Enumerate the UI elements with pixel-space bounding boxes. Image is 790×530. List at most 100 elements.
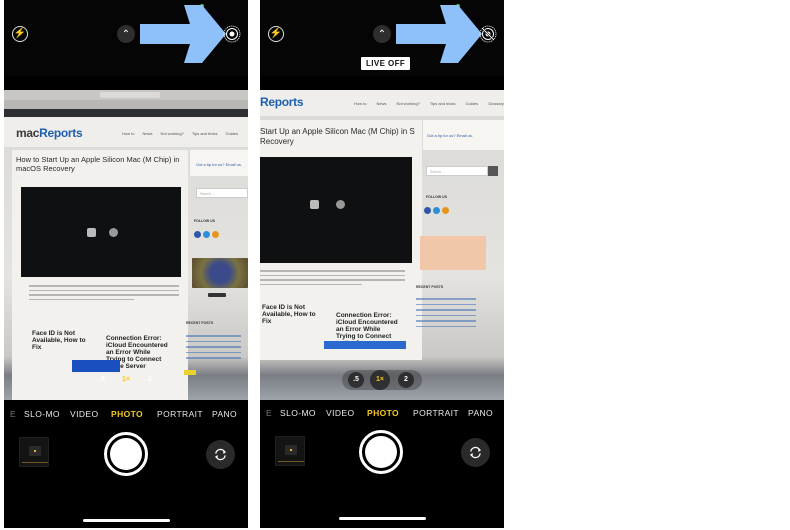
rss-icon xyxy=(442,207,449,214)
zoom-selector: .5 1× 2 xyxy=(260,368,504,392)
zoom-0.5x-button[interactable]: .5 xyxy=(94,372,110,388)
photo-article-meta: ······ xyxy=(16,175,22,179)
live-off-badge: LIVE OFF xyxy=(361,57,411,70)
nav-item: Not working? xyxy=(160,131,184,136)
photo-search-field: Search ... xyxy=(426,166,488,176)
home-indicator[interactable] xyxy=(83,519,170,522)
zoom-1x-button[interactable]: 1× xyxy=(370,370,390,390)
mode-photo[interactable]: PHOTO xyxy=(111,409,143,419)
photo-site-header: Reports How to News Not working? Tips an… xyxy=(260,90,504,116)
nav-item: News xyxy=(376,101,387,106)
zoom-2x-button[interactable]: 2 xyxy=(142,372,158,388)
logo-suffix: Reports xyxy=(260,95,304,109)
mode-slo-mo[interactable]: SLO-MO xyxy=(280,408,316,418)
mode-pano[interactable]: PANO xyxy=(212,409,237,419)
photo-site-logo: Reports xyxy=(260,95,304,109)
shutter-button[interactable] xyxy=(104,432,148,476)
mode-photo[interactable]: PHOTO xyxy=(367,408,399,418)
chevron-up-icon: ⌃ xyxy=(377,29,387,40)
photo-site-logo: macReports xyxy=(16,126,83,140)
photo-recent-label: RECENT POSTS xyxy=(186,321,214,325)
nav-item: Not working? xyxy=(396,101,420,106)
rss-icon xyxy=(212,231,219,238)
photo-tip-link: Got a tip for us? Email us. xyxy=(427,133,474,138)
chevron-up-icon: ⌃ xyxy=(121,29,131,40)
camera-screen-live-off: ⚡ ⌃ LIVE OFF Reports How to News Not wor… xyxy=(260,0,504,528)
photo-site-nav: How to News Not working? Tips and tricks… xyxy=(354,101,504,106)
camera-mode-selector: E SLO-MO VIDEO PHOTO PORTRAIT PANO xyxy=(260,408,504,422)
camera-viewfinder[interactable]: Reports How to News Not working? Tips an… xyxy=(260,90,504,400)
twitter-icon xyxy=(203,231,210,238)
zoom-1x-button[interactable]: 1× xyxy=(116,370,136,390)
live-photo-button[interactable] xyxy=(223,25,241,43)
flash-icon: ⚡ xyxy=(269,28,283,39)
facebook-icon xyxy=(194,231,201,238)
flash-button[interactable]: ⚡ xyxy=(268,26,284,42)
flip-camera-button[interactable] xyxy=(206,440,235,469)
nav-item: How to xyxy=(354,101,367,106)
last-photo-thumbnail[interactable] xyxy=(275,436,305,466)
camera-top-bar: ⚡ ⌃ LIVE OFF xyxy=(260,0,504,76)
home-indicator[interactable] xyxy=(339,517,426,520)
camera-flip-icon xyxy=(469,446,482,459)
photo-video-frame xyxy=(21,187,181,277)
photo-browser-strip xyxy=(4,109,248,117)
photo-recent-links xyxy=(186,335,241,363)
photo-article-title: How to Start Up an Apple Silicon Mac (M … xyxy=(16,155,180,173)
photo-ad-banner xyxy=(324,341,406,349)
photo-follow-label: FOLLOW US xyxy=(426,195,447,199)
photo-tip-link: Got a tip for us? Email us. xyxy=(196,162,243,167)
photo-card-title: Face ID is Not Available, How to Fix xyxy=(32,330,86,351)
flash-button[interactable]: ⚡ xyxy=(12,26,28,42)
shutter-button[interactable] xyxy=(359,430,403,474)
facebook-icon xyxy=(424,207,431,214)
flash-icon: ⚡ xyxy=(13,28,27,39)
camera-flip-icon xyxy=(214,448,227,461)
mode-slo-mo[interactable]: SLO-MO xyxy=(24,409,60,419)
photo-article-title: Start Up an Apple Silicon Mac (M Chip) i… xyxy=(260,127,415,146)
mode-pano[interactable]: PANO xyxy=(468,408,493,418)
photo-site-header: macReports How to News Not working? Tips… xyxy=(4,117,248,147)
annotation-arrow-icon xyxy=(140,5,226,63)
photo-browser-bar xyxy=(4,90,248,100)
nav-item: Glossary xyxy=(488,101,504,106)
mode-time-lapse-edge[interactable]: E xyxy=(266,408,272,418)
annotation-arrow-icon xyxy=(396,5,482,63)
photo-promo-button xyxy=(208,293,226,297)
photo-promo-image xyxy=(192,258,248,288)
nav-item: Guides xyxy=(465,101,479,106)
photo-browser-tabbar xyxy=(4,100,248,109)
last-photo-thumbnail[interactable] xyxy=(19,437,49,467)
live-photo-off-icon xyxy=(479,25,497,43)
mode-portrait[interactable]: PORTRAIT xyxy=(413,408,459,418)
live-photo-button[interactable] xyxy=(479,25,497,43)
live-photo-icon xyxy=(223,25,241,43)
flip-camera-button[interactable] xyxy=(461,438,490,467)
mode-time-lapse-edge[interactable]: E xyxy=(10,409,16,419)
mode-portrait[interactable]: PORTRAIT xyxy=(157,409,203,419)
photo-site-nav: How to News Not working? Tips and tricks… xyxy=(122,131,238,136)
nav-item: News xyxy=(142,131,153,136)
mode-video[interactable]: VIDEO xyxy=(70,409,98,419)
nav-item: Tips and tricks xyxy=(191,131,218,136)
photo-card-title: Face ID is Not Available, How to Fix xyxy=(262,304,316,325)
photo-search-button xyxy=(488,166,498,176)
mode-video[interactable]: VIDEO xyxy=(326,408,354,418)
logo-prefix: mac xyxy=(16,126,40,140)
photo-follow-label: FOLLOW US xyxy=(194,219,215,223)
controls-toggle-button[interactable]: ⌃ xyxy=(117,25,135,43)
nav-item: Guides xyxy=(225,131,239,136)
photo-recent-label: RECENT POSTS xyxy=(416,285,444,289)
logo-suffix: Reports xyxy=(39,126,83,140)
zoom-0.5x-button[interactable]: .5 xyxy=(348,372,364,388)
controls-toggle-button[interactable]: ⌃ xyxy=(373,25,391,43)
nav-item: How to xyxy=(122,131,135,136)
nav-item: Tips and tricks xyxy=(429,101,456,106)
photo-recent-links xyxy=(416,298,476,331)
camera-viewfinder[interactable]: macReports How to News Not working? Tips… xyxy=(4,90,248,400)
photo-promo-image xyxy=(420,236,486,270)
zoom-2x-button[interactable]: 2 xyxy=(398,372,414,388)
photo-video-frame xyxy=(260,157,412,263)
photo-article-body xyxy=(260,270,405,288)
photo-search-field: Search ... xyxy=(196,188,248,198)
